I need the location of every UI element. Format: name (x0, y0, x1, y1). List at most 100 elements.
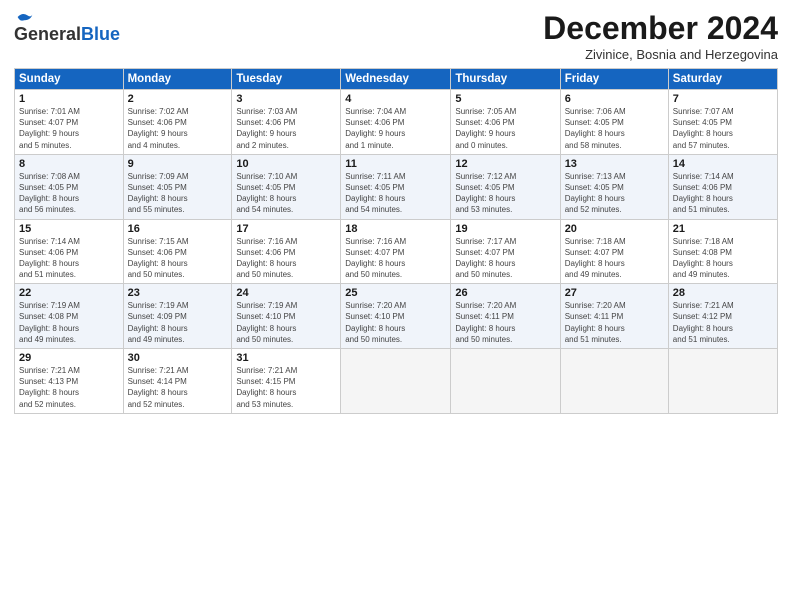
day-info: Sunrise: 7:13 AMSunset: 4:05 PMDaylight:… (565, 171, 664, 216)
day-info: Sunrise: 7:07 AMSunset: 4:05 PMDaylight:… (673, 106, 773, 151)
calendar-cell: 24Sunrise: 7:19 AMSunset: 4:10 PMDayligh… (232, 284, 341, 349)
day-info: Sunrise: 7:14 AMSunset: 4:06 PMDaylight:… (19, 236, 119, 281)
day-number: 29 (19, 352, 119, 364)
header: GeneralBlue December 2024 Zivinice, Bosn… (14, 10, 778, 62)
calendar-cell: 21Sunrise: 7:18 AMSunset: 4:08 PMDayligh… (668, 219, 777, 284)
day-number: 6 (565, 93, 664, 105)
day-info: Sunrise: 7:14 AMSunset: 4:06 PMDaylight:… (673, 171, 773, 216)
logo-general-text: General (14, 24, 81, 44)
day-number: 30 (128, 352, 228, 364)
calendar-cell: 1Sunrise: 7:01 AMSunset: 4:07 PMDaylight… (15, 90, 124, 155)
day-info: Sunrise: 7:21 AMSunset: 4:15 PMDaylight:… (236, 365, 336, 410)
day-number: 15 (19, 223, 119, 235)
calendar-cell: 3Sunrise: 7:03 AMSunset: 4:06 PMDaylight… (232, 90, 341, 155)
day-number: 13 (565, 158, 664, 170)
calendar-cell: 30Sunrise: 7:21 AMSunset: 4:14 PMDayligh… (123, 349, 232, 414)
col-header-monday: Monday (123, 69, 232, 90)
title-area: December 2024 Zivinice, Bosnia and Herze… (543, 10, 778, 62)
day-info: Sunrise: 7:11 AMSunset: 4:05 PMDaylight:… (345, 171, 446, 216)
day-info: Sunrise: 7:10 AMSunset: 4:05 PMDaylight:… (236, 171, 336, 216)
day-info: Sunrise: 7:04 AMSunset: 4:06 PMDaylight:… (345, 106, 446, 151)
day-number: 20 (565, 223, 664, 235)
day-info: Sunrise: 7:21 AMSunset: 4:12 PMDaylight:… (673, 300, 773, 345)
day-info: Sunrise: 7:05 AMSunset: 4:06 PMDaylight:… (455, 106, 555, 151)
empty-cell (560, 349, 668, 414)
calendar-cell: 25Sunrise: 7:20 AMSunset: 4:10 PMDayligh… (341, 284, 451, 349)
calendar-cell: 28Sunrise: 7:21 AMSunset: 4:12 PMDayligh… (668, 284, 777, 349)
day-number: 18 (345, 223, 446, 235)
calendar-header-row: SundayMondayTuesdayWednesdayThursdayFrid… (15, 69, 778, 90)
day-info: Sunrise: 7:08 AMSunset: 4:05 PMDaylight:… (19, 171, 119, 216)
day-number: 25 (345, 287, 446, 299)
calendar-table: SundayMondayTuesdayWednesdayThursdayFrid… (14, 68, 778, 414)
calendar-cell: 12Sunrise: 7:12 AMSunset: 4:05 PMDayligh… (451, 154, 560, 219)
day-number: 1 (19, 93, 119, 105)
calendar-cell: 26Sunrise: 7:20 AMSunset: 4:11 PMDayligh… (451, 284, 560, 349)
calendar-cell: 22Sunrise: 7:19 AMSunset: 4:08 PMDayligh… (15, 284, 124, 349)
col-header-saturday: Saturday (668, 69, 777, 90)
day-number: 4 (345, 93, 446, 105)
day-number: 22 (19, 287, 119, 299)
day-number: 26 (455, 287, 555, 299)
day-number: 11 (345, 158, 446, 170)
day-number: 12 (455, 158, 555, 170)
calendar-cell: 8Sunrise: 7:08 AMSunset: 4:05 PMDaylight… (15, 154, 124, 219)
day-info: Sunrise: 7:01 AMSunset: 4:07 PMDaylight:… (19, 106, 119, 151)
calendar-cell: 2Sunrise: 7:02 AMSunset: 4:06 PMDaylight… (123, 90, 232, 155)
day-info: Sunrise: 7:06 AMSunset: 4:05 PMDaylight:… (565, 106, 664, 151)
day-number: 27 (565, 287, 664, 299)
day-number: 17 (236, 223, 336, 235)
day-info: Sunrise: 7:15 AMSunset: 4:06 PMDaylight:… (128, 236, 228, 281)
month-title: December 2024 (543, 10, 778, 47)
day-number: 28 (673, 287, 773, 299)
day-number: 21 (673, 223, 773, 235)
logo-blue-text: Blue (81, 24, 120, 44)
calendar-week-1: 1Sunrise: 7:01 AMSunset: 4:07 PMDaylight… (15, 90, 778, 155)
calendar-week-5: 29Sunrise: 7:21 AMSunset: 4:13 PMDayligh… (15, 349, 778, 414)
day-info: Sunrise: 7:19 AMSunset: 4:08 PMDaylight:… (19, 300, 119, 345)
calendar-cell: 4Sunrise: 7:04 AMSunset: 4:06 PMDaylight… (341, 90, 451, 155)
calendar-cell: 16Sunrise: 7:15 AMSunset: 4:06 PMDayligh… (123, 219, 232, 284)
calendar-cell: 14Sunrise: 7:14 AMSunset: 4:06 PMDayligh… (668, 154, 777, 219)
col-header-sunday: Sunday (15, 69, 124, 90)
day-info: Sunrise: 7:18 AMSunset: 4:07 PMDaylight:… (565, 236, 664, 281)
calendar-cell: 20Sunrise: 7:18 AMSunset: 4:07 PMDayligh… (560, 219, 668, 284)
day-info: Sunrise: 7:18 AMSunset: 4:08 PMDaylight:… (673, 236, 773, 281)
calendar-cell: 7Sunrise: 7:07 AMSunset: 4:05 PMDaylight… (668, 90, 777, 155)
col-header-tuesday: Tuesday (232, 69, 341, 90)
calendar-cell: 10Sunrise: 7:10 AMSunset: 4:05 PMDayligh… (232, 154, 341, 219)
day-info: Sunrise: 7:02 AMSunset: 4:06 PMDaylight:… (128, 106, 228, 151)
day-number: 16 (128, 223, 228, 235)
logo: GeneralBlue (14, 10, 120, 45)
day-number: 2 (128, 93, 228, 105)
calendar-cell: 13Sunrise: 7:13 AMSunset: 4:05 PMDayligh… (560, 154, 668, 219)
calendar-cell: 17Sunrise: 7:16 AMSunset: 4:06 PMDayligh… (232, 219, 341, 284)
empty-cell (451, 349, 560, 414)
day-info: Sunrise: 7:19 AMSunset: 4:10 PMDaylight:… (236, 300, 336, 345)
day-info: Sunrise: 7:21 AMSunset: 4:13 PMDaylight:… (19, 365, 119, 410)
day-number: 3 (236, 93, 336, 105)
day-number: 9 (128, 158, 228, 170)
calendar-week-3: 15Sunrise: 7:14 AMSunset: 4:06 PMDayligh… (15, 219, 778, 284)
calendar-week-4: 22Sunrise: 7:19 AMSunset: 4:08 PMDayligh… (15, 284, 778, 349)
calendar-week-2: 8Sunrise: 7:08 AMSunset: 4:05 PMDaylight… (15, 154, 778, 219)
calendar-cell: 11Sunrise: 7:11 AMSunset: 4:05 PMDayligh… (341, 154, 451, 219)
col-header-wednesday: Wednesday (341, 69, 451, 90)
calendar-cell: 5Sunrise: 7:05 AMSunset: 4:06 PMDaylight… (451, 90, 560, 155)
day-info: Sunrise: 7:20 AMSunset: 4:10 PMDaylight:… (345, 300, 446, 345)
calendar-cell: 19Sunrise: 7:17 AMSunset: 4:07 PMDayligh… (451, 219, 560, 284)
day-info: Sunrise: 7:17 AMSunset: 4:07 PMDaylight:… (455, 236, 555, 281)
calendar-cell: 27Sunrise: 7:20 AMSunset: 4:11 PMDayligh… (560, 284, 668, 349)
empty-cell (341, 349, 451, 414)
col-header-thursday: Thursday (451, 69, 560, 90)
day-info: Sunrise: 7:03 AMSunset: 4:06 PMDaylight:… (236, 106, 336, 151)
day-number: 23 (128, 287, 228, 299)
day-number: 5 (455, 93, 555, 105)
day-number: 10 (236, 158, 336, 170)
day-number: 14 (673, 158, 773, 170)
day-info: Sunrise: 7:20 AMSunset: 4:11 PMDaylight:… (565, 300, 664, 345)
calendar-cell: 18Sunrise: 7:16 AMSunset: 4:07 PMDayligh… (341, 219, 451, 284)
day-info: Sunrise: 7:19 AMSunset: 4:09 PMDaylight:… (128, 300, 228, 345)
logo-bird-icon (16, 10, 34, 24)
day-info: Sunrise: 7:20 AMSunset: 4:11 PMDaylight:… (455, 300, 555, 345)
